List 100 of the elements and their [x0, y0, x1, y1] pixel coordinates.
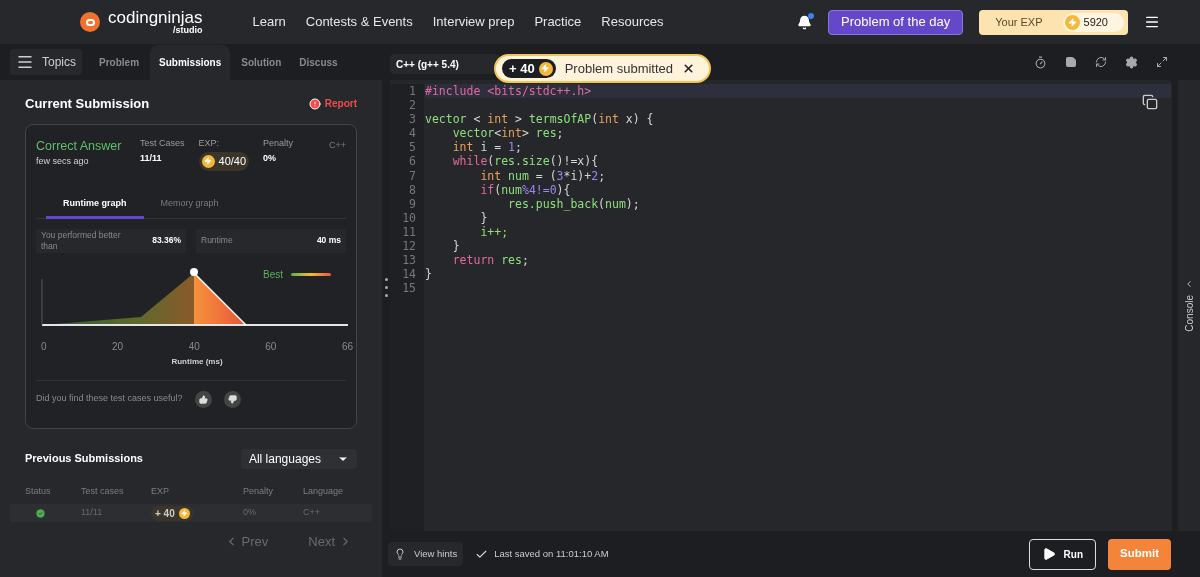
axis-tick: 60 — [265, 339, 277, 354]
panel-tab[interactable]: Problem — [92, 45, 147, 80]
column-header: Status — [25, 484, 52, 498]
panel-tab[interactable]: Discuss — [292, 45, 345, 80]
metric-value: 83.36% — [152, 234, 181, 247]
line-number: 11 — [402, 224, 416, 240]
lightbulb-icon — [394, 548, 406, 560]
stat-value: 11/11 — [140, 152, 163, 165]
exp-value: 5920 — [1083, 14, 1108, 30]
graph-tab[interactable]: Runtime graph — [46, 192, 144, 219]
copy-icon[interactable] — [1142, 94, 1158, 110]
code-line: vector<int> res; — [451, 126, 564, 141]
axis-title: Runtime (ms) — [170, 355, 224, 368]
code-line: res.push_back(num); — [507, 196, 640, 211]
exp-badge: + 40 — [502, 59, 556, 78]
nav-link[interactable]: Contests & Events — [305, 12, 413, 32]
line-number: 14 — [402, 267, 416, 282]
code-line: } — [451, 239, 460, 254]
column-header: Penalty — [243, 484, 275, 498]
table-cell-text: 11/11 — [81, 506, 104, 520]
thumbs-down-icon — [227, 394, 237, 404]
exp-badge: + 40 — [151, 505, 194, 521]
line-number: 12 — [402, 239, 416, 254]
view-hints-button[interactable]: View hints — [388, 542, 464, 566]
axis-tick: 0 — [41, 339, 47, 354]
notification-bell-icon[interactable] — [797, 14, 813, 30]
section-title: Previous Submissions — [25, 451, 143, 467]
panel-tab[interactable]: Submissions — [150, 45, 231, 80]
run-button[interactable]: Run — [1028, 538, 1096, 570]
line-number: 4 — [409, 126, 416, 141]
line-number: 1 — [409, 84, 416, 99]
legend-gradient-bar — [291, 272, 331, 276]
line-number: 3 — [409, 112, 416, 127]
problem-of-the-day-button[interactable]: Problem of the day — [828, 9, 964, 35]
report-link[interactable]: Report — [308, 96, 357, 112]
nav-link[interactable]: Practice — [534, 12, 582, 32]
code-line: int num = (3*i)+2; — [479, 168, 606, 183]
graph-tab[interactable]: Memory graph — [143, 192, 236, 219]
line-number: 7 — [409, 168, 416, 183]
thumbs-down-button[interactable] — [223, 390, 241, 408]
save-icon[interactable] — [1065, 56, 1077, 68]
lightning-coin-icon — [178, 507, 190, 519]
last-saved-text: Last saved on 11:01:10 AM — [494, 546, 609, 561]
timer-icon[interactable] — [1034, 55, 1047, 69]
topics-button[interactable]: Topics — [10, 49, 82, 75]
exp-pill[interactable]: Your EXP 5920 — [979, 9, 1128, 35]
line-number: 6 — [409, 154, 416, 169]
language-select[interactable]: C++ (g++ 5.4) — [390, 54, 500, 74]
nav-link[interactable]: Resources — [601, 12, 664, 32]
section-title: Current Submission — [25, 95, 150, 113]
expand-console-icon[interactable] — [1184, 279, 1194, 290]
axis-tick: 40 — [188, 339, 200, 354]
exp-label: Your EXP — [995, 14, 1043, 30]
alert-icon — [308, 97, 321, 110]
panel-tab[interactable]: Solution — [234, 45, 289, 80]
nav-link[interactable]: Learn — [252, 12, 286, 32]
line-number: 8 — [409, 182, 416, 197]
column-header: Language — [303, 484, 345, 498]
menu-icon — [16, 53, 34, 71]
submission-time: few secs ago — [36, 155, 90, 169]
code-line: } — [425, 267, 432, 282]
play-icon — [1041, 547, 1056, 561]
code-line: vector < int > termsOfAP(int x) { — [425, 112, 654, 127]
metric-value: 40 ms — [316, 234, 341, 247]
column-header: EXP — [151, 484, 170, 498]
thumbs-up-button[interactable] — [194, 390, 212, 408]
code-line: i++; — [479, 224, 509, 239]
lightning-coin-icon — [538, 61, 553, 76]
nav-link[interactable]: Interview prep — [432, 12, 515, 32]
code-line: while(res.size()!=x){ — [451, 154, 599, 169]
line-number: 10 — [402, 210, 416, 225]
logo-name[interactable]: codingninjas — [108, 9, 203, 26]
line-number: 2 — [409, 98, 416, 113]
code-line: if(num%4!=0){ — [479, 182, 571, 197]
line-number: 9 — [409, 196, 416, 211]
code-line: } — [479, 210, 488, 225]
line-number: 15 — [402, 281, 416, 296]
thumbs-up-icon — [198, 394, 208, 404]
axis-tick: 66 — [341, 339, 353, 354]
reset-icon[interactable] — [1095, 56, 1107, 68]
line-number: 13 — [402, 253, 416, 268]
lightning-coin-icon — [1064, 14, 1080, 30]
line-number: 5 — [409, 140, 416, 155]
status-text: Correct Answer — [36, 137, 123, 155]
stat-label: Penalty — [263, 136, 294, 150]
axis-tick: 20 — [112, 339, 124, 354]
toast-message: Problem submitted — [564, 59, 674, 78]
language-label: C++ — [329, 138, 346, 152]
metric-label: You performed better than — [41, 229, 122, 252]
feedback-question: Did you find these test cases useful? — [36, 392, 183, 406]
menu-icon[interactable] — [1144, 14, 1160, 30]
code-line: #include <bits/stdc++.h> — [425, 84, 592, 98]
language-filter-dropdown[interactable]: All languages — [240, 448, 357, 469]
settings-icon[interactable] — [1125, 55, 1138, 69]
fullscreen-icon[interactable] — [1156, 56, 1168, 68]
logo-icon — [80, 12, 100, 32]
exp-badge: 40/40 — [198, 152, 250, 171]
column-header: Test cases — [81, 484, 125, 498]
console-tab[interactable]: Console — [1181, 295, 1197, 332]
code-line: return res; — [451, 253, 529, 268]
